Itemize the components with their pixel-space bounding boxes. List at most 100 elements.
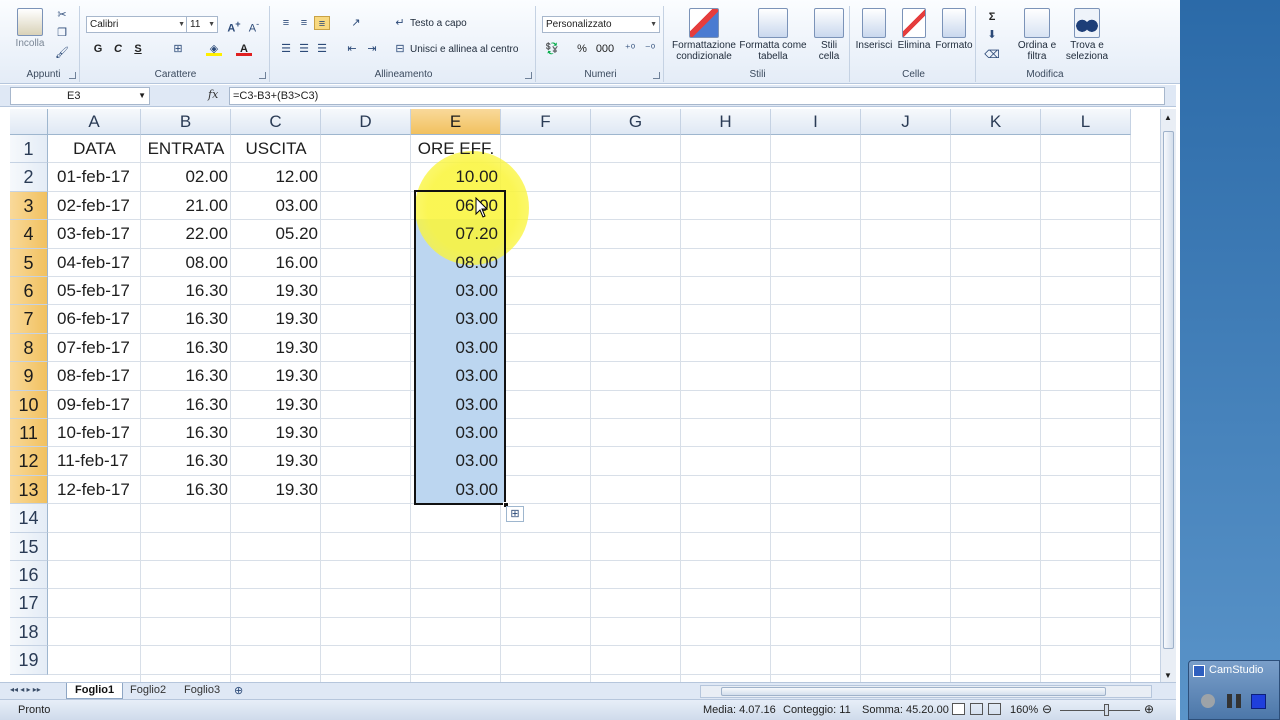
vertical-scroll-thumb[interactable] <box>1163 131 1174 649</box>
cell-b12[interactable]: 16.30 <box>141 447 231 475</box>
cell-e5[interactable]: 08.00 <box>411 249 501 277</box>
sheet-nav-icon[interactable]: ◂◂ ◂ ▸ ▸▸ <box>10 685 41 694</box>
formula-input[interactable]: =C3-B3+(B3>C3) <box>229 87 1165 105</box>
page-break-view-icon[interactable] <box>988 703 1001 715</box>
cell-e13[interactable]: 03.00 <box>411 476 501 504</box>
row-header-18[interactable]: 18 <box>10 617 48 647</box>
align-bottom-icon[interactable]: ≡ <box>314 16 330 30</box>
cell-b9[interactable]: 16.30 <box>141 362 231 390</box>
alignment-launcher[interactable] <box>525 72 532 79</box>
paste-options-icon[interactable]: ⊞ <box>506 506 524 522</box>
sheet-tab-foglio3[interactable]: Foglio3 <box>176 683 228 699</box>
percent-button[interactable]: % <box>574 42 590 56</box>
row-header-14[interactable]: 14 <box>10 504 48 533</box>
cut-icon[interactable]: ✂ <box>54 8 70 22</box>
insert-sheet-icon[interactable]: ⊕ <box>234 684 243 697</box>
wrap-text-button[interactable]: Testo a capo <box>410 18 467 29</box>
align-center-icon[interactable]: ☰ <box>296 42 312 56</box>
horizontal-scroll-thumb[interactable] <box>721 687 1106 696</box>
cell-b3[interactable]: 21.00 <box>141 192 231 220</box>
row-header-8[interactable]: 8 <box>10 333 48 363</box>
camstudio-window[interactable]: CamStudio <box>1188 660 1280 720</box>
cell-c7[interactable]: 19.30 <box>231 305 321 333</box>
clipboard-launcher[interactable] <box>69 72 76 79</box>
row-header-4[interactable]: 4 <box>10 220 48 249</box>
currency-icon[interactable]: 💱 <box>544 42 560 56</box>
align-middle-icon[interactable]: ≡ <box>296 16 312 30</box>
cell-b8[interactable]: 16.30 <box>141 334 231 362</box>
row-header-9[interactable]: 9 <box>10 362 48 391</box>
cell-e1[interactable]: ORE EFF. <box>411 135 501 163</box>
row-header-5[interactable]: 5 <box>10 248 48 277</box>
shrink-font-icon[interactable]: A- <box>246 17 262 35</box>
row-header-15[interactable]: 15 <box>10 532 48 561</box>
row-header-3[interactable]: 3 <box>10 191 48 221</box>
borders-icon[interactable]: ⊞ <box>170 42 186 56</box>
paste-button[interactable]: Incolla <box>14 8 46 49</box>
cell-c3[interactable]: 03.00 <box>231 192 321 220</box>
zoom-level[interactable]: 160% <box>1010 704 1038 716</box>
row-header-2[interactable]: 2 <box>10 163 48 192</box>
cell-c4[interactable]: 05.20 <box>231 220 321 248</box>
column-header-g[interactable]: G <box>591 109 681 135</box>
cell-c13[interactable]: 19.30 <box>231 476 321 504</box>
scroll-up-icon[interactable]: ▲ <box>1164 113 1172 122</box>
number-format-select[interactable]: Personalizzato ▼ <box>542 16 660 33</box>
cell-a9[interactable]: 08-feb-17 <box>48 362 141 390</box>
stop-icon[interactable] <box>1251 694 1266 709</box>
delete-button[interactable]: Elimina <box>894 8 934 51</box>
row-header-13[interactable]: 13 <box>10 475 48 505</box>
cell-a8[interactable]: 07-feb-17 <box>48 334 141 362</box>
increase-decimal-icon[interactable]: ⁺⁰ <box>622 42 638 56</box>
align-left-icon[interactable]: ☰ <box>278 42 294 56</box>
cell-e11[interactable]: 03.00 <box>411 419 501 447</box>
copy-icon[interactable]: ❐ <box>54 26 70 40</box>
row-header-12[interactable]: 12 <box>10 447 48 476</box>
scroll-down-icon[interactable]: ▼ <box>1164 671 1172 680</box>
cell-a13[interactable]: 12-feb-17 <box>48 476 141 504</box>
column-header-b[interactable]: B <box>141 109 231 135</box>
zoom-slider-thumb[interactable] <box>1104 704 1109 716</box>
cell-c2[interactable]: 12.00 <box>231 163 321 191</box>
row-header-17[interactable]: 17 <box>10 589 48 618</box>
row-header-6[interactable]: 6 <box>10 277 48 306</box>
format-painter-icon[interactable]: 🖌 <box>54 46 70 60</box>
name-box-dropdown-icon[interactable]: ▼ <box>138 88 146 104</box>
cell-e2[interactable]: 10.00 <box>411 163 501 191</box>
cell-a4[interactable]: 03-feb-17 <box>48 220 141 248</box>
cell-a11[interactable]: 10-feb-17 <box>48 419 141 447</box>
cell-c12[interactable]: 19.30 <box>231 447 321 475</box>
zoom-slider[interactable] <box>1060 710 1140 711</box>
underline-button[interactable]: S <box>130 42 146 56</box>
autosum-button[interactable]: Σ <box>984 10 1000 24</box>
cell-c11[interactable]: 19.30 <box>231 419 321 447</box>
grow-font-icon[interactable]: A+ <box>226 17 242 35</box>
bold-button[interactable]: G <box>90 42 106 56</box>
normal-view-icon[interactable] <box>952 703 965 715</box>
name-box[interactable]: E3 ▼ <box>10 87 150 105</box>
increase-indent-icon[interactable]: ⇥ <box>364 42 380 56</box>
merge-center-icon[interactable]: ⊟ <box>392 42 408 56</box>
horizontal-scrollbar[interactable] <box>700 685 1152 698</box>
cell-e7[interactable]: 03.00 <box>411 305 501 333</box>
cell-c10[interactable]: 19.30 <box>231 391 321 419</box>
conditional-format-button[interactable]: Formattazione condizionale <box>668 8 740 62</box>
column-header-f[interactable]: F <box>501 109 591 135</box>
cell-e9[interactable]: 03.00 <box>411 362 501 390</box>
select-all-button[interactable] <box>10 109 48 135</box>
column-header-h[interactable]: H <box>681 109 771 135</box>
cell-b5[interactable]: 08.00 <box>141 249 231 277</box>
vertical-scrollbar[interactable]: ▲ ▼ <box>1160 109 1176 682</box>
sheet-tab-foglio2[interactable]: Foglio2 <box>122 683 174 699</box>
fill-color-icon[interactable]: ◈ <box>206 42 222 56</box>
column-header-k[interactable]: K <box>951 109 1041 135</box>
cell-c8[interactable]: 19.30 <box>231 334 321 362</box>
cell-a6[interactable]: 05-feb-17 <box>48 277 141 305</box>
cell-b2[interactable]: 02.00 <box>141 163 231 191</box>
align-top-icon[interactable]: ≡ <box>278 16 294 30</box>
sort-filter-button[interactable]: Ordina e filtra <box>1012 8 1062 62</box>
font-launcher[interactable] <box>259 72 266 79</box>
cell-b1[interactable]: ENTRATA <box>141 135 231 163</box>
cell-c6[interactable]: 19.30 <box>231 277 321 305</box>
cell-b6[interactable]: 16.30 <box>141 277 231 305</box>
